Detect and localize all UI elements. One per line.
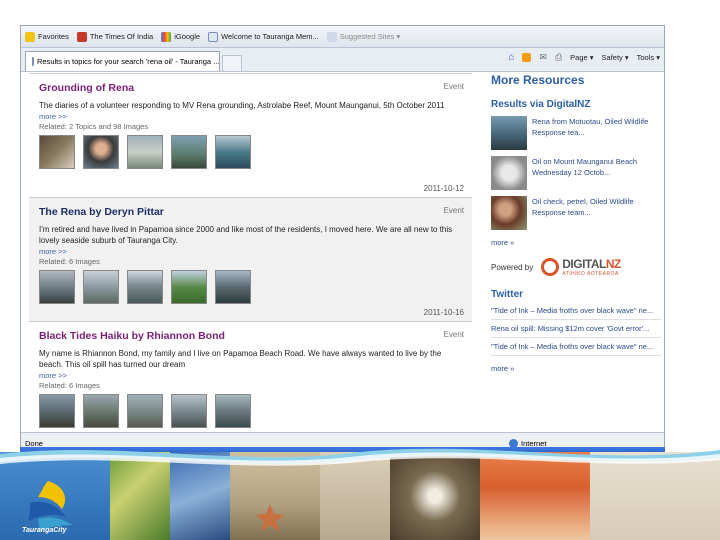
starfish-icon bbox=[255, 504, 285, 532]
tools-menu[interactable]: Tools ▾ bbox=[637, 53, 660, 62]
suggested-sites-icon bbox=[326, 31, 337, 42]
result-thumbnails bbox=[39, 394, 466, 428]
digitalnz-heading: Results via DigitalNZ bbox=[491, 99, 591, 110]
result-related: Related: 6 Images bbox=[39, 381, 100, 390]
thumbnail-image[interactable] bbox=[215, 270, 251, 304]
digitalnz-item-link[interactable]: Rena from Motuotau, Oiled Wildlife Respo… bbox=[532, 116, 661, 150]
digitalnz-thumbnail[interactable] bbox=[491, 156, 527, 190]
digitalnz-more-link[interactable]: more » bbox=[491, 238, 661, 247]
logo-text: TaurangaCity bbox=[22, 527, 67, 534]
browser-window: Favorites The Times Of India iGoogle Wel… bbox=[20, 25, 665, 455]
result-title[interactable]: Black Tides Haiku by Rhiannon Bond bbox=[39, 330, 466, 342]
mail-icon[interactable]: ✉ bbox=[539, 52, 547, 63]
digitalnz-item[interactable]: Rena from Motuotau, Oiled Wildlife Respo… bbox=[491, 116, 661, 150]
favorites-bar: Favorites The Times Of India iGoogle Wel… bbox=[21, 26, 664, 48]
digitalnz-logo-icon bbox=[541, 258, 560, 276]
result-related: Related: 2 Topics and 98 Images bbox=[39, 122, 149, 131]
sidebar-heading: More Resources bbox=[491, 73, 585, 87]
thumbnail-image[interactable] bbox=[127, 135, 163, 169]
favorite-link-igoogle[interactable]: iGoogle bbox=[161, 31, 200, 42]
twitter-heading: Twitter bbox=[491, 289, 524, 300]
sidebar: More Resources Results via DigitalNZ Ren… bbox=[491, 73, 661, 433]
digitalnz-thumbnail[interactable] bbox=[491, 116, 527, 150]
thumbnail-image[interactable] bbox=[127, 394, 163, 428]
thumbnail-image[interactable] bbox=[83, 394, 119, 428]
feeds-icon[interactable] bbox=[522, 53, 532, 62]
powered-by-label: Powered by bbox=[491, 262, 534, 272]
favorites-button[interactable]: Favorites bbox=[25, 31, 69, 42]
result-description: I'm retired and have lived in Papamoa si… bbox=[39, 225, 453, 245]
safety-menu[interactable]: Safety ▾ bbox=[602, 53, 629, 62]
thumbnail-image[interactable] bbox=[215, 135, 251, 169]
twitter-more-link[interactable]: more » bbox=[491, 364, 661, 373]
google-icon bbox=[161, 31, 172, 42]
result-more-link[interactable]: more >> bbox=[39, 371, 466, 380]
home-icon[interactable]: ⌂ bbox=[508, 52, 514, 63]
toi-icon bbox=[76, 31, 87, 42]
result-more-link[interactable]: more >> bbox=[39, 247, 466, 256]
thumbnail-image[interactable] bbox=[39, 135, 75, 169]
favorite-link-times-of-india[interactable]: The Times Of India bbox=[76, 31, 153, 42]
thumbnail-image[interactable] bbox=[83, 270, 119, 304]
thumbnail-image[interactable] bbox=[171, 135, 207, 169]
tab-search-results[interactable]: Results in topics for your search 'rena … bbox=[25, 51, 220, 71]
digitalnz-item[interactable]: Oil on Mount Maunganui Beach Wednesday 1… bbox=[491, 156, 661, 190]
result-title[interactable]: Grounding of Rena bbox=[39, 82, 466, 94]
result-type: Event bbox=[443, 330, 464, 339]
digitalnz-item-link[interactable]: Oil check, petrel, Oiled Wildlife Respon… bbox=[532, 196, 661, 230]
result-type: Event bbox=[443, 206, 464, 215]
tweet-link[interactable]: "Tide of Ink – Media froths over black w… bbox=[491, 338, 661, 356]
digitalnz-item[interactable]: Oil check, petrel, Oiled Wildlife Respon… bbox=[491, 196, 661, 230]
search-results: Grounding of Rena Event The diaries of a… bbox=[29, 73, 472, 433]
result-date: 2011-10-12 bbox=[423, 184, 464, 193]
tweet-link[interactable]: Rena oil spill: Missing $12m cover 'Govt… bbox=[491, 320, 661, 338]
thumbnail-image[interactable] bbox=[127, 270, 163, 304]
result-more-link[interactable]: more >> bbox=[39, 112, 466, 121]
powered-by: Powered by DIGITALNZ ATIHIKO AOTEAROA bbox=[491, 257, 661, 277]
page-menu[interactable]: Page ▾ bbox=[570, 53, 593, 62]
digitalnz-item-link[interactable]: Oil on Mount Maunganui Beach Wednesday 1… bbox=[532, 156, 661, 190]
thumbnail-image[interactable] bbox=[83, 135, 119, 169]
result-description: The diaries of a volunteer responding to… bbox=[39, 101, 445, 110]
result-date: 2011-10-16 bbox=[423, 308, 464, 317]
digitalnz-logo[interactable]: DIGITALNZ ATIHIKO AOTEAROA bbox=[541, 257, 621, 277]
result-thumbnails bbox=[39, 135, 466, 169]
print-icon[interactable]: ⎙ bbox=[555, 52, 562, 63]
result-item: The Rena by Deryn Pittar Event I'm retir… bbox=[29, 197, 472, 321]
result-title[interactable]: The Rena by Deryn Pittar bbox=[39, 206, 466, 218]
thumbnail-image[interactable] bbox=[39, 270, 75, 304]
thumbnail-image[interactable] bbox=[171, 394, 207, 428]
tab-bar: Results in topics for your search 'rena … bbox=[21, 48, 664, 72]
banner-wave bbox=[0, 448, 720, 466]
new-tab-button[interactable] bbox=[222, 55, 242, 71]
result-item: Black Tides Haiku by Rhiannon Bond Event… bbox=[29, 321, 472, 433]
result-type: Event bbox=[443, 82, 464, 91]
command-bar: ⌂ ✉ ⎙ Page ▾ Safety ▾ Tools ▾ bbox=[508, 52, 660, 63]
page-icon bbox=[32, 57, 34, 66]
twitter-list: "Tide of Ink – Media froths over black w… bbox=[491, 302, 661, 356]
tweet-link[interactable]: "Tide of Ink – Media froths over black w… bbox=[491, 302, 661, 320]
thumbnail-image[interactable] bbox=[171, 270, 207, 304]
page-icon bbox=[208, 31, 219, 42]
result-description: My name is Rhiannon Bond, my family and … bbox=[39, 349, 442, 369]
result-thumbnails bbox=[39, 270, 466, 304]
thumbnail-image[interactable] bbox=[215, 394, 251, 428]
result-related: Related: 6 Images bbox=[39, 257, 100, 266]
page-content: Grounding of Rena Event The diaries of a… bbox=[21, 73, 664, 433]
favorite-link-tauranga[interactable]: Welcome to Tauranga Mem... bbox=[208, 31, 319, 42]
thumbnail-image[interactable] bbox=[39, 394, 75, 428]
star-icon bbox=[25, 31, 35, 42]
digitalnz-thumbnail[interactable] bbox=[491, 196, 527, 230]
suggested-sites-button[interactable]: Suggested Sites ▾ bbox=[326, 31, 400, 42]
result-item: Grounding of Rena Event The diaries of a… bbox=[29, 73, 472, 197]
